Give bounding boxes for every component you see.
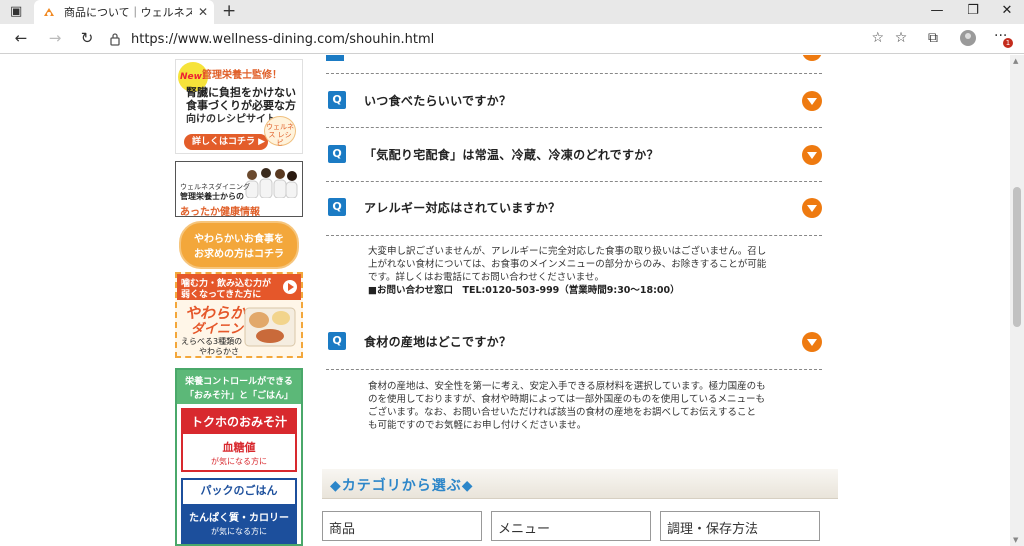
- faq-question[interactable]: いつ食べたらいいですか？: [364, 92, 511, 109]
- staff-illustration: [245, 168, 298, 198]
- faq-answer: 食材の産地は、安全性を第一に考え、安定入手できる原材料を選択しています。極力国産…: [368, 380, 782, 432]
- answer-line: 上がれない食材については、お食事のメインメニューの部分からのみ、お除きすることが…: [368, 259, 767, 270]
- banner-title: パックのごはん: [200, 484, 278, 497]
- banner-text: 管理栄養士監修！: [202, 70, 282, 81]
- q-icon: Q: [328, 91, 346, 109]
- faq-answer: 大変申し訳ございませんが、アレルギーに完全対応した食事の取り扱いはございません。…: [368, 245, 782, 297]
- answer-line: 大変申し訳ございませんが、アレルギーに完全対応した食事の取り扱いはございません。…: [368, 246, 767, 257]
- banner-text: 栄養コントロールができる: [185, 377, 293, 387]
- expand-toggle-icon[interactable]: [802, 145, 822, 165]
- banner-text: が気になる方に: [211, 457, 267, 466]
- answer-line: ございます。なお、お問い合せいただければ該当の食材の産地をお調べしてお伝えするこ…: [368, 407, 756, 418]
- q-icon: Q: [328, 332, 346, 350]
- food-tray-image: [244, 307, 296, 347]
- back-icon[interactable]: ←: [10, 29, 32, 47]
- faq-question[interactable]: 食材の産地はどこですか？: [364, 333, 511, 350]
- q-icon-partial: [326, 55, 344, 61]
- faq-item[interactable]: Q いつ食べたらいいですか？: [326, 74, 822, 128]
- scroll-down-icon[interactable]: ▼: [1013, 536, 1018, 544]
- recipe-site-banner[interactable]: New! 管理栄養士監修！ 腎臓に負担をかけない 食事づくりが必要な方 向けのレ…: [175, 59, 303, 154]
- banner-text: お求めの方はコチラ: [194, 249, 284, 260]
- toggle-icon-partial[interactable]: [802, 55, 822, 61]
- banner-text: あったか健康情報: [180, 207, 260, 217]
- faq-item[interactable]: Q 「気配り宅配食」は常温、冷蔵、冷凍のどれですか？: [326, 128, 822, 182]
- lock-icon: [110, 33, 120, 46]
- collections-icon[interactable]: ⧉: [922, 30, 944, 46]
- expand-toggle-icon[interactable]: [802, 198, 822, 218]
- answer-line: も可能ですのでお気軽にお申し付けくださいませ。: [368, 420, 587, 431]
- q-icon: Q: [328, 198, 346, 216]
- favorite-star-icon[interactable]: ☆: [871, 30, 884, 46]
- minimize-icon[interactable]: —: [922, 3, 952, 18]
- tab-title: 商品について｜ウェルネスダイニング: [64, 6, 192, 19]
- health-info-banner[interactable]: ウェルネスダイニング 管理栄養士からの あったか健康情報: [175, 161, 303, 217]
- banner-text: やわらかいお食事を: [194, 234, 284, 245]
- site-favicon: [44, 8, 54, 16]
- profile-avatar[interactable]: [960, 30, 976, 46]
- faq-question[interactable]: アレルギー対応はされていますか？: [364, 199, 560, 216]
- category-products-link[interactable]: 商品: [322, 511, 482, 541]
- category-header: ◆カテゴリから選ぶ◆: [322, 469, 838, 499]
- tab-bar: ▣ 商品について｜ウェルネスダイニング ✕ + — ❐ ✕: [0, 0, 1024, 24]
- address-toolbar: ← → ↻ https://www.wellness-dining.com/sh…: [0, 24, 1024, 54]
- close-tab-icon[interactable]: ✕: [198, 5, 208, 19]
- details-button[interactable]: 詳しくはコチラ ▶: [184, 134, 268, 150]
- banner-box: たんぱく質・カロリー が気になる方に: [183, 504, 295, 542]
- pack-rice-link[interactable]: パックのごはん たんぱく質・カロリー が気になる方に: [181, 478, 297, 544]
- restore-icon[interactable]: ❐: [958, 3, 988, 18]
- recipe-logo: ウェルネス レシピ: [264, 116, 296, 147]
- soft-food-banner[interactable]: やわらかいお食事を お求めの方はコチラ: [175, 221, 303, 269]
- faq-divider: [326, 235, 822, 236]
- refresh-icon[interactable]: ↻: [76, 29, 98, 47]
- faq-question[interactable]: 「気配り宅配食」は常温、冷蔵、冷凍のどれですか？: [364, 146, 659, 163]
- play-icon: [283, 280, 297, 294]
- url-field[interactable]: https://www.wellness-dining.com/shouhin.…: [108, 28, 884, 50]
- banner-text: 管理栄養士からの: [180, 192, 244, 201]
- favorites-bar-icon[interactable]: ☆: [890, 30, 912, 46]
- tab-actions-icon[interactable]: ▣: [10, 4, 22, 19]
- expand-toggle-icon[interactable]: [802, 332, 822, 352]
- forward-icon[interactable]: →: [44, 29, 66, 47]
- notification-badge: 1: [1003, 38, 1013, 48]
- close-window-icon[interactable]: ✕: [992, 3, 1022, 18]
- url-text: https://www.wellness-dining.com/shouhin.…: [131, 31, 435, 47]
- browser-tab[interactable]: 商品について｜ウェルネスダイニング ✕: [34, 0, 214, 24]
- banner-text: が気になる方に: [211, 527, 267, 536]
- tokuho-miso-soup-link[interactable]: トクホのおみそ汁 血糖値 が気になる方に: [181, 408, 297, 472]
- category-cooking-storage-link[interactable]: 調理・保存方法: [660, 511, 820, 541]
- scroll-up-icon[interactable]: ▲: [1013, 57, 1018, 65]
- new-tab-icon[interactable]: +: [222, 1, 236, 21]
- category-title: ◆カテゴリから選ぶ◆: [330, 478, 474, 494]
- expand-toggle-icon[interactable]: [802, 91, 822, 111]
- q-icon: Q: [328, 145, 346, 163]
- faq-divider: [326, 369, 822, 370]
- faq-item[interactable]: Q アレルギー対応はされていますか？: [326, 181, 822, 235]
- page-viewport: New! 管理栄養士監修！ 腎臓に負担をかけない 食事づくりが必要な方 向けのレ…: [0, 55, 1024, 546]
- nutrition-control-banner: 栄養コントロールができる 「おみそ汁」と「ごはん」 トクホのおみそ汁 血糖値 が…: [175, 368, 303, 546]
- yawaraka-dining-banner[interactable]: 噛む力・飲み込む力が 弱くなってきた方に やわらか ダイニング えらべる3種類の…: [175, 272, 303, 358]
- banner-text: 「おみそ汁」と「ごはん」: [184, 391, 293, 401]
- answer-line: です。詳しくはお電話にてお問い合わせくださいませ。: [368, 272, 604, 283]
- banner-title: トクホのおみそ汁: [183, 410, 295, 434]
- scrollbar-thumb[interactable]: [1013, 187, 1021, 327]
- answer-line: のを使用しておりますが、食材や時期によっては一部外国産のものを使用しているメニュ…: [368, 394, 766, 405]
- banner-text: やわらかさ: [199, 347, 239, 356]
- answer-line: 食材の産地は、安全性を第一に考え、安定入手できる原材料を選択しています。極力国産…: [368, 381, 766, 392]
- contact-info: ■お問い合わせ窓口 TEL:0120-503-999（営業時間9:30～18:0…: [368, 285, 680, 296]
- category-menu-link[interactable]: メニュー: [491, 511, 651, 541]
- banner-text: 弱くなってきた方に: [181, 290, 262, 300]
- banner-text: 向けのレシピサイト: [186, 114, 276, 125]
- faq-item[interactable]: Q 食材の産地はどこですか？: [326, 315, 822, 369]
- banner-text: たんぱく質・カロリー: [189, 513, 289, 524]
- banner-text: 血糖値: [222, 441, 256, 454]
- vertical-scrollbar[interactable]: ▲ ▼: [1010, 55, 1024, 546]
